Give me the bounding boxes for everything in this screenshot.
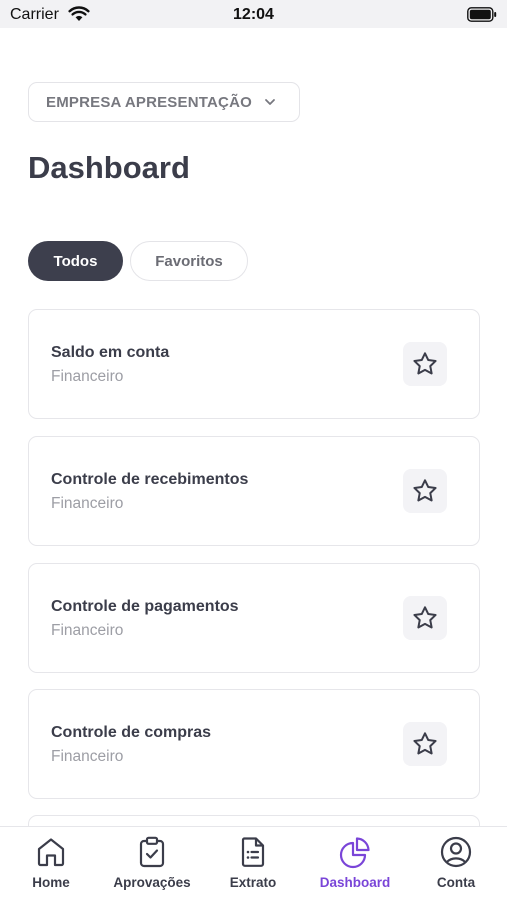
- favorite-button[interactable]: [403, 469, 447, 513]
- battery-icon: [467, 7, 497, 22]
- pie-chart-icon: [339, 837, 370, 869]
- star-icon: [413, 606, 437, 629]
- nav-aprovacoes-label: Aprovações: [113, 875, 191, 890]
- clipboard-check-icon: [139, 836, 165, 868]
- clock: 12:04: [233, 6, 274, 23]
- user-circle-icon: [440, 836, 472, 868]
- home-icon: [37, 838, 65, 867]
- page-title: Dashboard: [28, 150, 190, 185]
- card-category: Financeiro: [51, 622, 124, 639]
- nav-extrato[interactable]: Extrato: [203, 835, 303, 890]
- nav-home[interactable]: Home: [1, 835, 101, 890]
- tab-favoritos[interactable]: Favoritos: [130, 241, 248, 281]
- company-selector-label: EMPRESA APRESENTAÇÃO: [46, 93, 252, 111]
- favorite-button[interactable]: [403, 722, 447, 766]
- card-title: Controle de compras: [51, 724, 212, 741]
- nav-dashboard-label: Dashboard: [319, 875, 391, 890]
- card-category: Financeiro: [51, 368, 124, 385]
- document-list-icon: [241, 837, 265, 867]
- dashboard-card-controle-de-pagamentos[interactable]: Controle de pagamentos Financeiro: [28, 563, 480, 673]
- favorite-button[interactable]: [403, 596, 447, 640]
- status-bar: Carrier 12:04: [0, 0, 507, 28]
- nav-dashboard[interactable]: Dashboard: [305, 835, 405, 890]
- star-icon: [413, 732, 437, 755]
- chevron-down-icon: [265, 99, 275, 105]
- nav-extrato-label: Extrato: [229, 875, 277, 890]
- card-title: Controle de recebimentos: [51, 471, 249, 488]
- bottom-tab-bar: Home Aprovações Extrato Dashboard Conta: [0, 826, 507, 900]
- favorite-button[interactable]: [403, 342, 447, 386]
- card-title: Saldo em conta: [51, 344, 170, 361]
- card-category: Financeiro: [51, 748, 124, 765]
- dashboard-card-controle-de-compras[interactable]: Controle de compras Financeiro: [28, 689, 480, 799]
- star-icon: [413, 479, 437, 502]
- nav-home-label: Home: [32, 875, 70, 890]
- card-category: Financeiro: [51, 495, 124, 512]
- dashboard-card-controle-de-recebimentos[interactable]: Controle de recebimentos Financeiro: [28, 436, 480, 546]
- nav-conta[interactable]: Conta: [406, 835, 506, 890]
- tab-todos[interactable]: Todos: [28, 241, 123, 281]
- card-title: Controle de pagamentos: [51, 598, 239, 615]
- dashboard-card-saldo-em-conta[interactable]: Saldo em conta Financeiro: [28, 309, 480, 419]
- nav-aprovacoes[interactable]: Aprovações: [102, 835, 202, 890]
- company-selector[interactable]: EMPRESA APRESENTAÇÃO: [28, 82, 300, 122]
- star-icon: [413, 352, 437, 375]
- nav-conta-label: Conta: [436, 875, 476, 890]
